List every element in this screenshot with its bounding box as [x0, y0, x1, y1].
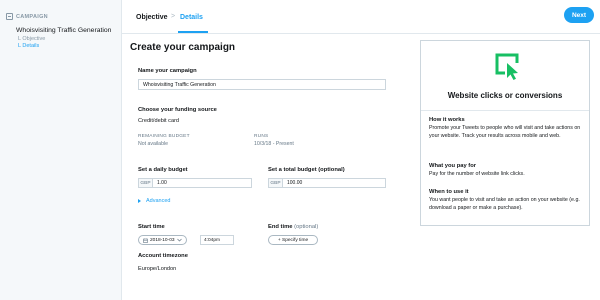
active-tab-indicator: [178, 31, 208, 33]
advanced-label: Advanced: [146, 198, 171, 204]
top-bar: Objective > Details Next: [122, 0, 600, 34]
campaign-name-label: Name your campaign: [138, 68, 197, 74]
total-budget-field[interactable]: GBP 100.00: [268, 178, 386, 188]
campaign-icon: [6, 13, 13, 20]
sidebar-campaign-name[interactable]: Whoisvisiting Traffic Generation: [16, 27, 111, 34]
start-time-label: Start time: [138, 224, 165, 230]
daily-budget-label: Set a daily budget: [138, 167, 188, 173]
total-budget-currency: GBP: [268, 178, 282, 188]
breadcrumb-objective[interactable]: Objective: [136, 14, 168, 21]
breadcrumb-details[interactable]: Details: [180, 14, 203, 21]
sidebar-header-label: CAMPAIGN: [16, 13, 48, 20]
chevron-down-icon: [176, 238, 182, 242]
specify-time-button[interactable]: + Specify time: [268, 235, 318, 245]
sidebar-step-objective[interactable]: L Objective: [18, 36, 45, 42]
campaign-form: Create your campaign Name your campaign …: [122, 34, 412, 300]
end-time-label: End time (optional): [268, 224, 318, 230]
timezone-value: Europe/London: [138, 266, 177, 272]
runs-value: 10/3/18 - Present: [254, 141, 294, 147]
campaign-name-input[interactable]: Whoisvisiting Traffic Generation: [138, 79, 386, 90]
next-button[interactable]: Next: [564, 7, 594, 23]
card-title: Website clicks or conversions: [447, 91, 563, 100]
daily-budget-field[interactable]: GBP 1.00: [138, 178, 252, 188]
breadcrumb-separator: >: [171, 13, 176, 20]
start-date-picker[interactable]: 2018-10-03: [138, 235, 187, 245]
timezone-label: Account timezone: [138, 253, 188, 259]
funding-source-label: Choose your funding source: [138, 107, 217, 113]
sidebar-header: CAMPAIGN: [6, 13, 48, 20]
remaining-budget-value: Not available: [138, 141, 168, 147]
how-it-works-title: How it works: [429, 117, 465, 123]
remaining-budget-label: REMAINING BUDGET: [138, 134, 190, 139]
start-date-value: 2018-10-03: [150, 237, 175, 243]
when-to-use-text: You want people to visit and take an act…: [429, 197, 580, 211]
funding-source-value[interactable]: Credit/debit card: [138, 118, 179, 124]
calendar-icon: [143, 238, 148, 243]
website-click-icon: [495, 53, 519, 80]
sidebar: CAMPAIGN Whoisvisiting Traffic Generatio…: [0, 0, 122, 300]
what-you-pay-text: Pay for the number of website link click…: [429, 171, 525, 177]
daily-budget-input[interactable]: 1.00: [152, 178, 252, 188]
sidebar-step-details[interactable]: L Details: [18, 43, 39, 49]
advanced-toggle[interactable]: Advanced: [138, 198, 170, 204]
when-to-use-title: When to use it: [429, 189, 469, 195]
objective-info-card: Website clicks or conversions How it wor…: [420, 40, 590, 226]
start-time-input[interactable]: 4:04pm: [200, 235, 234, 245]
what-you-pay-title: What you pay for: [429, 163, 477, 169]
end-time-label-text: End time: [268, 224, 293, 230]
how-it-works-text: Promote your Tweets to people who will v…: [429, 125, 581, 139]
runs-label: RUNS: [254, 134, 269, 139]
daily-budget-currency: GBP: [138, 178, 152, 188]
total-budget-label: Set a total budget (optional): [268, 167, 345, 173]
caret-right-icon: [138, 199, 141, 203]
total-budget-input[interactable]: 100.00: [282, 178, 386, 188]
end-time-optional: (optional): [294, 224, 319, 230]
page-title: Create your campaign: [130, 42, 236, 53]
card-hero: Website clicks or conversions: [421, 41, 589, 111]
